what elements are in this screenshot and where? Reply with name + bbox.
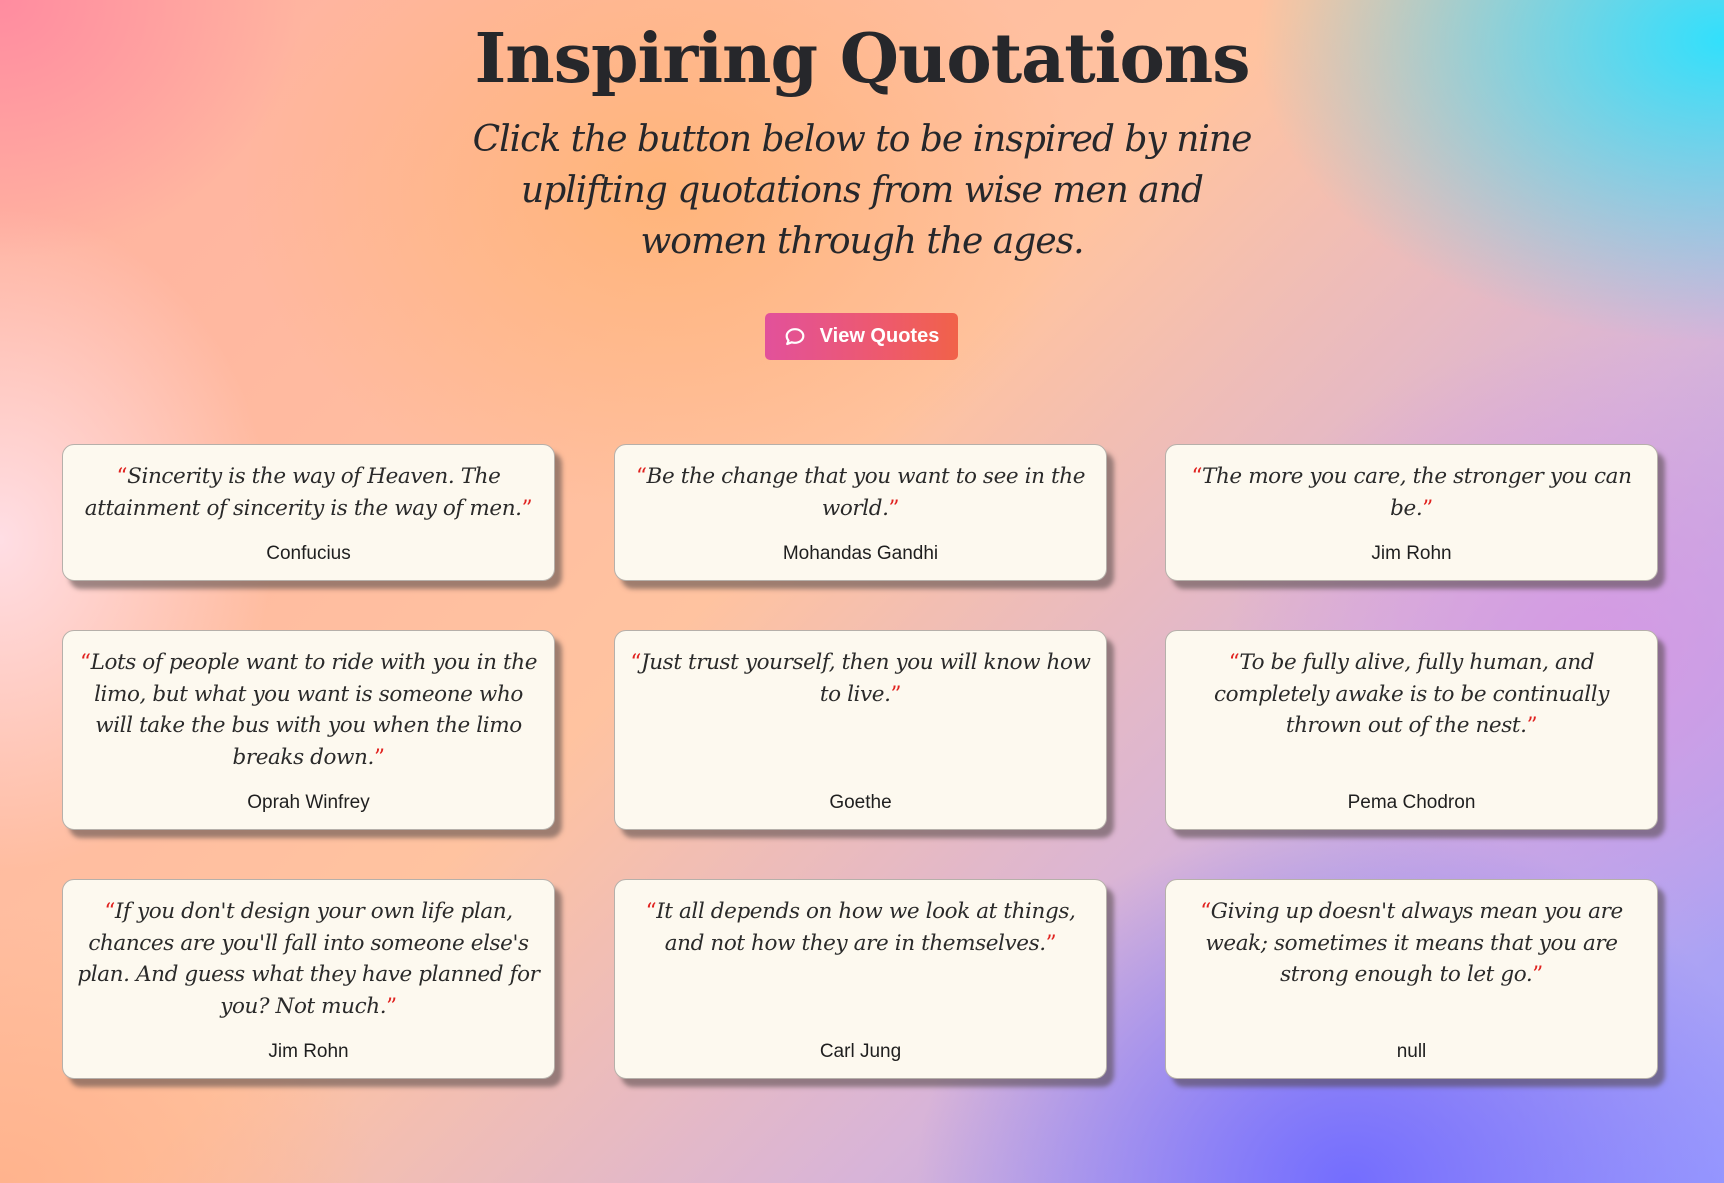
close-quote-mark: ”: [373, 744, 385, 770]
quote-card: “Just trust yourself, then you will know…: [614, 630, 1107, 830]
quote-card: “To be fully alive, fully human, and com…: [1165, 630, 1658, 830]
quote-card: “Sincerity is the way of Heaven. The att…: [62, 444, 555, 581]
quote-card: “It all depends on how we look at things…: [614, 879, 1107, 1079]
close-quote-mark: ”: [1045, 930, 1057, 956]
open-quote-mark: “: [104, 899, 115, 924]
quote-body: It all depends on how we look at things,…: [656, 899, 1076, 956]
open-quote-mark: “: [116, 464, 128, 489]
quote-author: Jim Rohn: [1371, 543, 1452, 564]
page: Inspiring Quotations Click the button be…: [0, 0, 1724, 1183]
quote-text: “Sincerity is the way of Heaven. The att…: [77, 461, 540, 524]
quote-author: Confucius: [266, 543, 351, 564]
quotes-grid: “Sincerity is the way of Heaven. The att…: [0, 0, 1724, 1183]
quote-body: The more you care, the stronger you can …: [1202, 464, 1632, 521]
quote-card: “Giving up doesn't always mean you are w…: [1165, 879, 1658, 1079]
quote-body: Giving up doesn't always mean you are we…: [1205, 899, 1623, 987]
quote-text: “Giving up doesn't always mean you are w…: [1180, 896, 1643, 991]
open-quote-mark: “: [635, 464, 647, 489]
quote-body: Be the change that you want to see in th…: [646, 464, 1086, 521]
quote-card: “The more you care, the stronger you can…: [1165, 444, 1658, 581]
close-quote-mark: ”: [1532, 962, 1543, 987]
quote-text: “It all depends on how we look at things…: [629, 896, 1092, 959]
quote-text: “Just trust yourself, then you will know…: [629, 647, 1092, 710]
quote-card: “Be the change that you want to see in t…: [614, 444, 1107, 581]
close-quote-mark: ”: [1526, 713, 1538, 738]
quote-author: Pema Chodron: [1347, 792, 1476, 813]
quote-text: “Lots of people want to ride with you in…: [77, 647, 540, 773]
close-quote-mark: ”: [521, 495, 533, 521]
quote-text: “The more you care, the stronger you can…: [1180, 461, 1643, 524]
quote-body: To be fully alive, fully human, and comp…: [1213, 650, 1610, 738]
open-quote-mark: “: [1200, 899, 1211, 924]
quote-body: Just trust yourself, then you will know …: [641, 650, 1091, 707]
quote-author: Oprah Winfrey: [247, 792, 370, 813]
quote-author: Jim Rohn: [268, 1041, 349, 1062]
open-quote-mark: “: [630, 650, 642, 675]
quote-author: null: [1396, 1041, 1427, 1062]
close-quote-mark: ”: [890, 681, 902, 707]
quote-body: Lots of people want to ride with you in …: [90, 650, 538, 770]
quote-text: “Be the change that you want to see in t…: [629, 461, 1092, 524]
quote-text: “If you don't design your own life plan,…: [77, 896, 540, 1022]
quote-author: Goethe: [829, 792, 892, 813]
close-quote-mark: ”: [1422, 495, 1433, 521]
open-quote-mark: “: [1191, 464, 1203, 489]
open-quote-mark: “: [79, 650, 91, 675]
open-quote-mark: “: [645, 899, 657, 924]
quote-author: Mohandas Gandhi: [782, 543, 939, 564]
quote-body: If you don't design your own life plan, …: [77, 899, 540, 1019]
quote-card: “If you don't design your own life plan,…: [62, 879, 555, 1079]
close-quote-mark: ”: [888, 495, 900, 521]
quote-author: Carl Jung: [819, 1041, 902, 1062]
quote-card: “Lots of people want to ride with you in…: [62, 630, 555, 830]
open-quote-mark: “: [1228, 650, 1240, 675]
quote-body: Sincerity is the way of Heaven. The atta…: [84, 464, 522, 521]
close-quote-mark: ”: [386, 993, 397, 1019]
quote-text: “To be fully alive, fully human, and com…: [1180, 647, 1643, 742]
